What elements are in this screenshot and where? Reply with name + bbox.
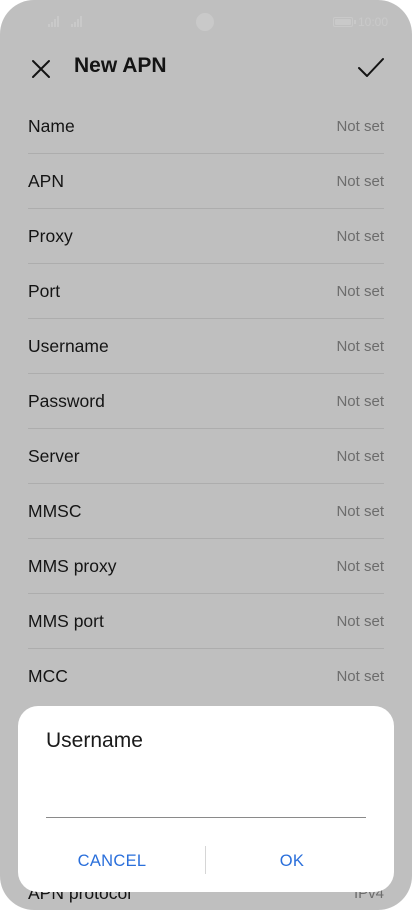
dialog-title: Username xyxy=(46,729,143,752)
cancel-button[interactable]: CANCEL xyxy=(28,846,196,876)
username-dialog: Username CANCEL OK xyxy=(18,706,394,892)
username-input[interactable] xyxy=(46,784,366,818)
ok-button[interactable]: OK xyxy=(208,846,376,876)
phone-screen: 10:00 New APN Name Not set APN Not set P… xyxy=(0,0,412,910)
button-divider xyxy=(205,846,206,874)
dialog-button-bar: CANCEL OK xyxy=(18,846,394,876)
